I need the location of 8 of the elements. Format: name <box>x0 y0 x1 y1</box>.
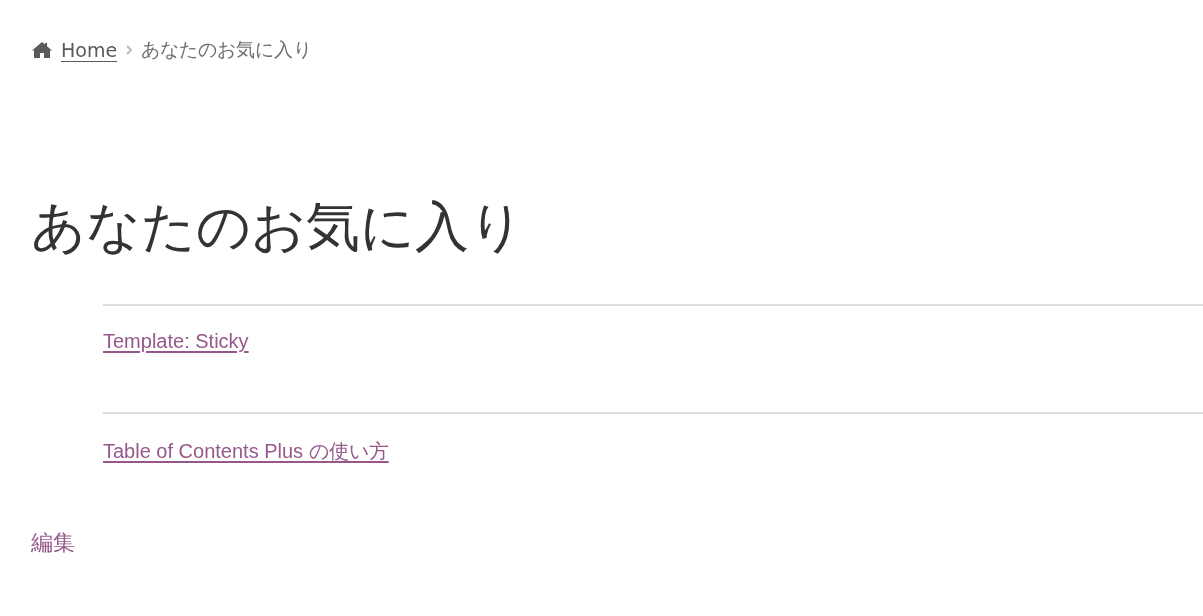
favorite-link[interactable]: Table of Contents Plus の使い方 <box>103 440 389 462</box>
page-title: あなたのお気に入り <box>31 194 525 260</box>
favorite-link[interactable]: Template: Sticky <box>103 330 249 352</box>
home-link[interactable]: Home <box>61 39 118 61</box>
chevron-icon <box>125 44 134 56</box>
breadcrumb-current: あなたのお気に入り <box>141 37 313 62</box>
edit-link[interactable]: 編集 <box>31 528 75 558</box>
home-icon <box>31 41 53 59</box>
